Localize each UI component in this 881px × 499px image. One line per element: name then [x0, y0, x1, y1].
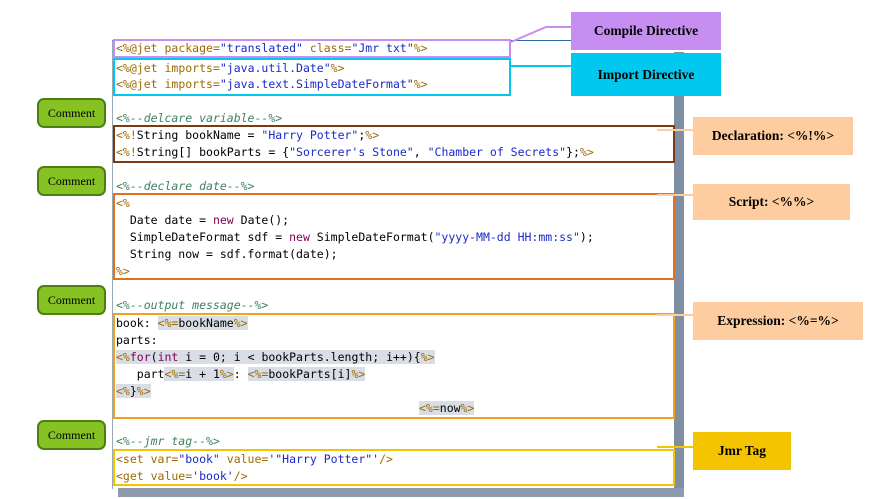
import-directive-box: [113, 58, 511, 96]
compile-directive-label: Compile Directive: [571, 12, 721, 50]
comment-badge-jmr: Comment: [37, 420, 106, 450]
comment-badge-variable: Comment: [37, 98, 106, 128]
code-comment-declare-variable: <%--delcare variable--%>: [116, 111, 283, 125]
script-box: [113, 193, 675, 280]
code-comment-output-message: <%--output message--%>: [116, 298, 269, 312]
expression-box: [113, 313, 675, 419]
jmr-tag-box: [113, 449, 675, 486]
script-callout: Script: <%%>: [693, 184, 850, 220]
jmr-tag-callout: Jmr Tag: [693, 432, 791, 470]
compile-directive-box: [113, 39, 511, 58]
declaration-box: [113, 125, 675, 163]
expression-callout: Expression: <%=%>: [693, 302, 863, 340]
comment-badge-date: Comment: [37, 166, 106, 196]
declaration-callout: Declaration: <%!%>: [693, 117, 853, 155]
comment-badge-output: Comment: [37, 285, 106, 315]
panel-shadow-bottom: [118, 488, 684, 497]
import-directive-label: Import Directive: [571, 53, 721, 96]
code-comment-declare-date: <%--declare date--%>: [116, 179, 255, 193]
code-comment-jmr-tag: <%--jmr tag--%>: [116, 434, 220, 448]
panel-shadow-right: [674, 52, 684, 492]
